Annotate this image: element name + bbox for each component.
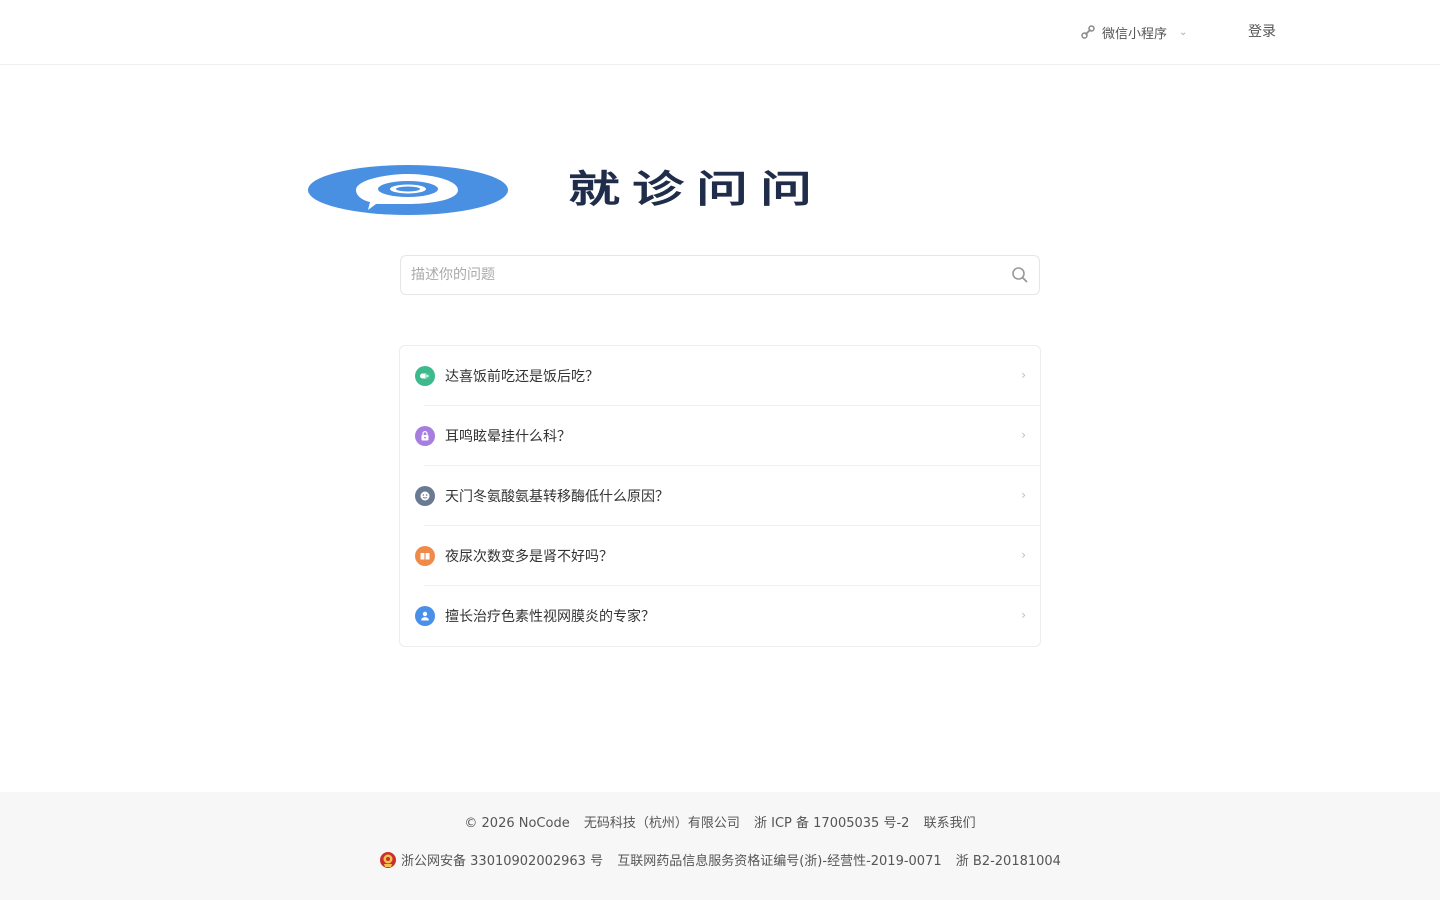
chevron-right-icon: › (1021, 488, 1026, 502)
logo-text: 就诊问问 (568, 167, 825, 212)
mini-program-label: 微信小程序 (1102, 26, 1168, 42)
question-text: 耳鸣眩晕挂什么科？ (445, 429, 571, 445)
login-link[interactable]: 登录 (1248, 20, 1276, 44)
question-text: 夜尿次数变多是肾不好吗？ (445, 549, 613, 565)
link-icon (1081, 25, 1095, 39)
copyright-text: © 2026 NoCode (464, 816, 570, 831)
user-icon (415, 606, 435, 626)
search-box (400, 255, 1040, 295)
icp-link[interactable]: 浙 ICP 备 17005035 号-2 (754, 816, 909, 831)
question-text: 擅长治疗色素性视网膜炎的专家？ (445, 609, 655, 625)
b2-license-link[interactable]: 浙 B2-20181004 (956, 854, 1061, 869)
chevron-down-icon: ⌄ (1179, 26, 1188, 38)
question-item[interactable]: 达喜饭前吃还是饭后吃？ › (400, 346, 1040, 406)
chevron-right-icon: › (1021, 548, 1026, 562)
lock-icon (415, 426, 435, 446)
police-badge-icon (380, 852, 397, 868)
question-item[interactable]: 耳鸣眩晕挂什么科？ › (400, 406, 1040, 466)
wechat-mini-program-menu[interactable]: 微信小程序 ⌄ (1080, 20, 1187, 44)
top-nav-bar: 微信小程序 ⌄ 登录 (0, 0, 1440, 65)
search-icon[interactable] (1011, 266, 1029, 284)
question-item[interactable]: 擅长治疗色素性视网膜炎的专家？ › (400, 586, 1040, 646)
contact-us-link[interactable]: 联系我们 (924, 816, 976, 831)
question-text: 天门冬氨酸氨基转移酶低什么原因？ (445, 489, 669, 505)
logo: 就诊问问 (306, 160, 1136, 220)
police-record-link[interactable]: 浙公网安备 33010902002963 号 (379, 852, 607, 869)
pill-icon (415, 366, 435, 386)
footer-line-2: 浙公网安备 33010902002963 号 互联网药品信息服务资格证编号(浙)… (0, 850, 1440, 869)
question-text: 达喜饭前吃还是饭后吃？ (445, 369, 599, 385)
chevron-right-icon: › (1021, 608, 1026, 622)
police-record-text: 浙公网安备 33010902002963 号 (401, 854, 604, 869)
footer-line-1: © 2026 NoCode 无码科技（杭州）有限公司 浙 ICP 备 17005… (0, 812, 1440, 831)
chat-bubble-logo-icon (308, 165, 508, 215)
book-icon (415, 546, 435, 566)
question-item[interactable]: 天门冬氨酸氨基转移酶低什么原因？ › (400, 466, 1040, 526)
company-name: 无码科技（杭州）有限公司 (583, 816, 740, 831)
footer: © 2026 NoCode 无码科技（杭州）有限公司 浙 ICP 备 17005… (0, 792, 1440, 900)
chevron-right-icon: › (1021, 428, 1026, 442)
face-icon (415, 486, 435, 506)
drug-license-link[interactable]: 互联网药品信息服务资格证编号(浙)-经营性-2019-0071 (617, 854, 941, 869)
chevron-right-icon: › (1021, 368, 1026, 382)
suggested-questions-list: 达喜饭前吃还是饭后吃？ › 耳鸣眩晕挂什么科？ › 天门冬氨酸氨基转移酶低什么原… (399, 345, 1041, 647)
question-item[interactable]: 夜尿次数变多是肾不好吗？ › (400, 526, 1040, 586)
search-input[interactable] (411, 256, 1001, 294)
